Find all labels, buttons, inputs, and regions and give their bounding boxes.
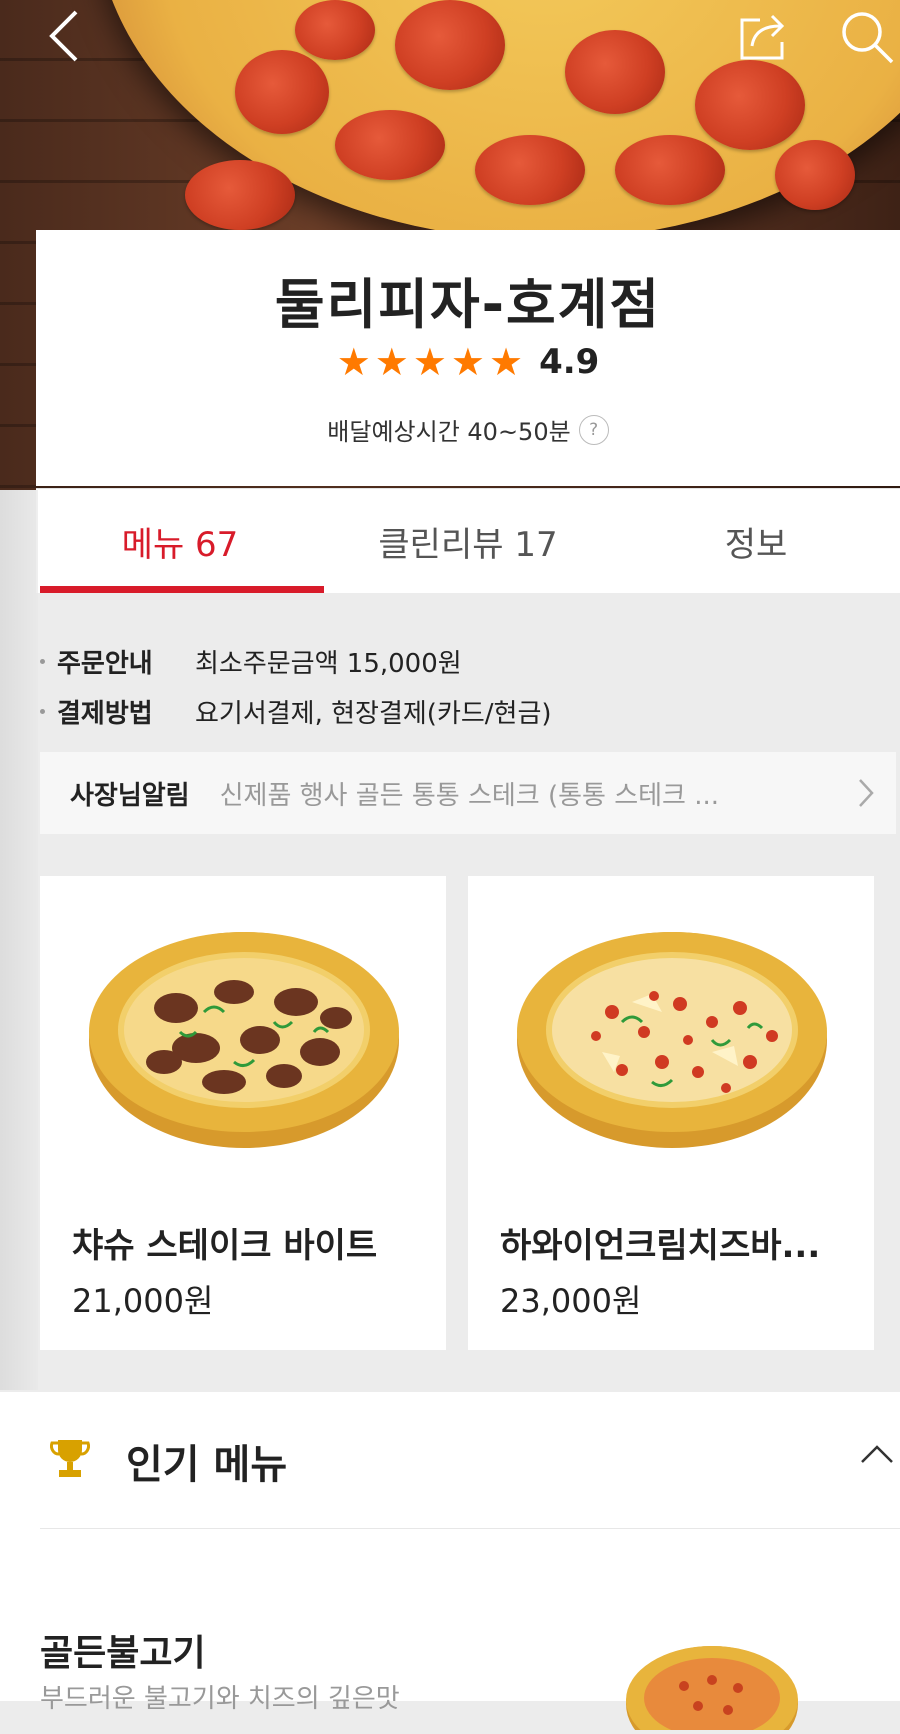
featured-menu-price: 21,000원 [72, 1282, 214, 1320]
pizza-image [512, 912, 832, 1152]
store-name: 둘리피자-호계점 [274, 273, 662, 336]
chevron-left-icon [46, 8, 82, 64]
star-icon: ★ [450, 340, 485, 384]
store-rating: ★ ★ ★ ★ ★ 4.9 [36, 342, 900, 382]
search-button[interactable] [836, 6, 896, 66]
back-button[interactable] [34, 6, 94, 66]
menu-item-name: 골든불고기 [40, 1633, 206, 1674]
featured-menu-name: 챠슈 스테이크 바이트 [72, 1226, 378, 1266]
featured-menu-price: 23,000원 [500, 1282, 642, 1320]
help-icon[interactable]: ? [578, 414, 609, 445]
rating-score: 4.9 [539, 342, 600, 382]
order-guide-row: 주문안내 최소주문금액 15,000원 [40, 636, 552, 686]
screen-edge-shadow [0, 490, 38, 1390]
pizza-image [84, 912, 404, 1152]
featured-menu-card[interactable]: 챠슈 스테이크 바이트 21,000원 [40, 876, 446, 1350]
popular-menu-header[interactable]: 인기 메뉴 [40, 1392, 900, 1529]
store-tabs: 메뉴 67 클린리뷰 17 정보 [36, 488, 900, 593]
payment-method-row: 결제방법 요기서결제, 현장결제(카드/현금) [40, 686, 552, 736]
owner-notice-bar[interactable]: 사장님알림 신제품 행사 골든 통통 스테크 (통통 스테크 ... [40, 752, 896, 834]
star-icon: ★ [336, 340, 371, 384]
payment-method-value: 요기서결제, 현장결제(카드/현금) [195, 698, 552, 729]
featured-menu-card[interactable]: 하와이언크림치즈바... 23,000원 [468, 876, 874, 1350]
tab-info[interactable]: 정보 [612, 489, 900, 593]
tab-clean-review[interactable]: 클린리뷰 17 [324, 489, 612, 593]
payment-method-label: 결제방법 [57, 698, 153, 729]
delivery-time: 배달예상시간 40~50분 ? [36, 412, 900, 447]
chevron-up-icon[interactable] [860, 1444, 894, 1468]
delivery-time-text: 배달예상시간 40~50분 [327, 418, 571, 446]
star-icon: ★ [412, 340, 447, 384]
chevron-right-icon [858, 778, 874, 812]
order-info: 주문안내 최소주문금액 15,000원 결제방법 요기서결제, 현장결제(카드/… [40, 636, 552, 736]
share-button[interactable] [734, 6, 794, 66]
tab-menu[interactable]: 메뉴 67 [36, 489, 324, 593]
store-info-card: 둘리피자-호계점 ★ ★ ★ ★ ★ 4.9 배달예상시간 40~50분 ? [36, 230, 900, 486]
owner-notice-text: 신제품 행사 골든 통통 스테크 (통통 스테크 ... [219, 780, 720, 811]
featured-menu-name: 하와이언크림치즈바... [500, 1226, 821, 1266]
order-guide-label: 주문안내 [57, 648, 153, 679]
star-icon: ★ [489, 340, 524, 384]
popular-menu-title: 인기 메뉴 [126, 1442, 288, 1488]
order-guide-value: 최소주문금액 15,000원 [195, 648, 462, 679]
star-icon: ★ [374, 340, 409, 384]
search-icon [838, 8, 894, 64]
owner-notice-label: 사장님알림 [70, 780, 190, 811]
popular-menu-section: 인기 메뉴 골든불고기 부드러운 불고기와 치즈의 깊은맛 [0, 1392, 900, 1734]
trophy-icon [50, 1438, 90, 1484]
menu-item-description: 부드러운 불고기와 치즈의 깊은맛 [40, 1684, 400, 1714]
menu-item-thumbnail [624, 1630, 800, 1734]
share-icon [738, 10, 790, 62]
